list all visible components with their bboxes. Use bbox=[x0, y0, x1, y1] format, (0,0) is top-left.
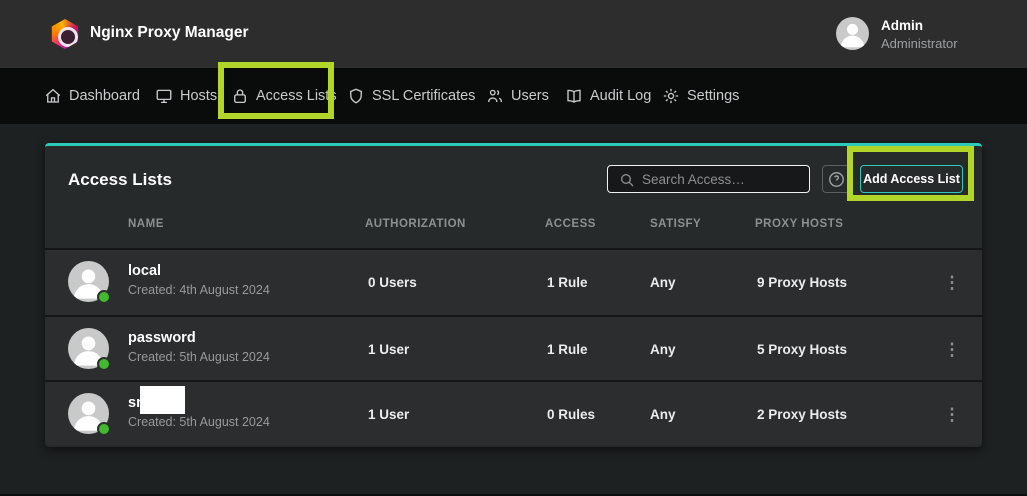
table-row[interactable]: local Created: 4th August 2024 0 Users 1… bbox=[45, 250, 982, 315]
access-cell: 1 Rule bbox=[547, 250, 588, 315]
access-cell: 0 Rules bbox=[547, 382, 595, 447]
nav-item-ssl-certificates[interactable]: SSL Certificates bbox=[347, 68, 475, 124]
access-lists-panel: Access Lists Add Access List NAME AUTHOR… bbox=[45, 143, 982, 447]
row-menu-kebab-icon[interactable]: ⋮ bbox=[935, 382, 969, 447]
nav-label: Audit Log bbox=[590, 88, 651, 104]
nav-label: Dashboard bbox=[69, 88, 140, 104]
column-header-name: NAME bbox=[128, 218, 164, 230]
proxy-hosts-cell: 2 Proxy Hosts bbox=[757, 382, 847, 447]
nginx-proxy-manager-logo-icon bbox=[50, 19, 80, 49]
proxy-hosts-cell: 5 Proxy Hosts bbox=[757, 317, 847, 382]
access-list-name: password bbox=[128, 328, 270, 348]
gear-icon bbox=[662, 87, 680, 105]
status-online-dot bbox=[97, 357, 111, 371]
satisfy-cell: Any bbox=[650, 250, 676, 315]
nav-label: Access Lists bbox=[256, 88, 337, 104]
created-date: Created: 5th August 2024 bbox=[128, 413, 270, 432]
user-name: Admin bbox=[881, 18, 999, 33]
nav-item-access-lists[interactable]: Access Lists bbox=[231, 68, 337, 124]
nav-label: SSL Certificates bbox=[372, 88, 475, 104]
nav-item-users[interactable]: Users bbox=[486, 68, 549, 124]
add-access-list-button[interactable]: Add Access List bbox=[860, 165, 963, 193]
app-title: Nginx Proxy Manager bbox=[90, 24, 249, 42]
users-icon bbox=[486, 87, 504, 105]
access-cell: 1 Rule bbox=[547, 317, 588, 382]
app-screen: Nginx Proxy Manager Admin Administrator … bbox=[0, 0, 1027, 496]
name-cell: local Created: 4th August 2024 bbox=[128, 261, 270, 300]
nav-item-hosts[interactable]: Hosts bbox=[155, 68, 217, 124]
nav-label: Users bbox=[511, 88, 549, 104]
authorization-cell: 1 User bbox=[368, 382, 409, 447]
column-header-access: ACCESS bbox=[545, 218, 596, 230]
nav-label: Hosts bbox=[180, 88, 217, 104]
created-date: Created: 5th August 2024 bbox=[128, 348, 270, 367]
app-header: Nginx Proxy Manager Admin Administrator bbox=[0, 0, 1027, 68]
user-avatar bbox=[836, 17, 869, 50]
proxy-hosts-cell: 9 Proxy Hosts bbox=[757, 250, 847, 315]
user-role: Administrator bbox=[881, 36, 999, 51]
authorization-cell: 0 Users bbox=[368, 250, 417, 315]
monitor-icon bbox=[155, 87, 173, 105]
help-button[interactable] bbox=[822, 165, 851, 193]
status-online-dot bbox=[97, 290, 111, 304]
home-icon bbox=[44, 87, 62, 105]
help-circle-icon bbox=[827, 170, 846, 189]
column-header-satisfy: SATISFY bbox=[650, 218, 701, 230]
column-header-proxy-hosts: PROXY HOSTS bbox=[755, 218, 843, 230]
nav-item-dashboard[interactable]: Dashboard bbox=[44, 68, 140, 124]
lock-icon bbox=[231, 87, 249, 105]
status-online-dot bbox=[97, 422, 111, 436]
access-list-table: local Created: 4th August 2024 0 Users 1… bbox=[45, 248, 982, 445]
access-list-name: local bbox=[128, 261, 270, 281]
main-nav: Dashboard Hosts Access Lists SSL Certifi… bbox=[0, 68, 1027, 124]
row-menu-kebab-icon[interactable]: ⋮ bbox=[935, 317, 969, 382]
authorization-cell: 1 User bbox=[368, 317, 409, 382]
nav-item-settings[interactable]: Settings bbox=[662, 68, 739, 124]
nav-item-audit-log[interactable]: Audit Log bbox=[565, 68, 651, 124]
created-date: Created: 4th August 2024 bbox=[128, 281, 270, 300]
satisfy-cell: Any bbox=[650, 382, 676, 447]
satisfy-cell: Any bbox=[650, 317, 676, 382]
column-header-authorization: AUTHORIZATION bbox=[365, 218, 466, 230]
search-input[interactable] bbox=[642, 166, 806, 192]
page-title: Access Lists bbox=[68, 170, 172, 190]
row-menu-kebab-icon[interactable]: ⋮ bbox=[935, 250, 969, 315]
book-icon bbox=[565, 87, 583, 105]
table-row[interactable]: password Created: 5th August 2024 1 User… bbox=[45, 315, 982, 380]
person-icon bbox=[836, 17, 869, 50]
name-cell: password Created: 5th August 2024 bbox=[128, 328, 270, 367]
table-row[interactable]: sn Created: 5th August 2024 1 User 0 Rul… bbox=[45, 380, 982, 445]
search-box bbox=[607, 165, 810, 193]
search-icon bbox=[619, 172, 635, 188]
nav-label: Settings bbox=[687, 88, 739, 104]
shield-icon bbox=[347, 87, 365, 105]
redaction-box bbox=[140, 386, 185, 414]
